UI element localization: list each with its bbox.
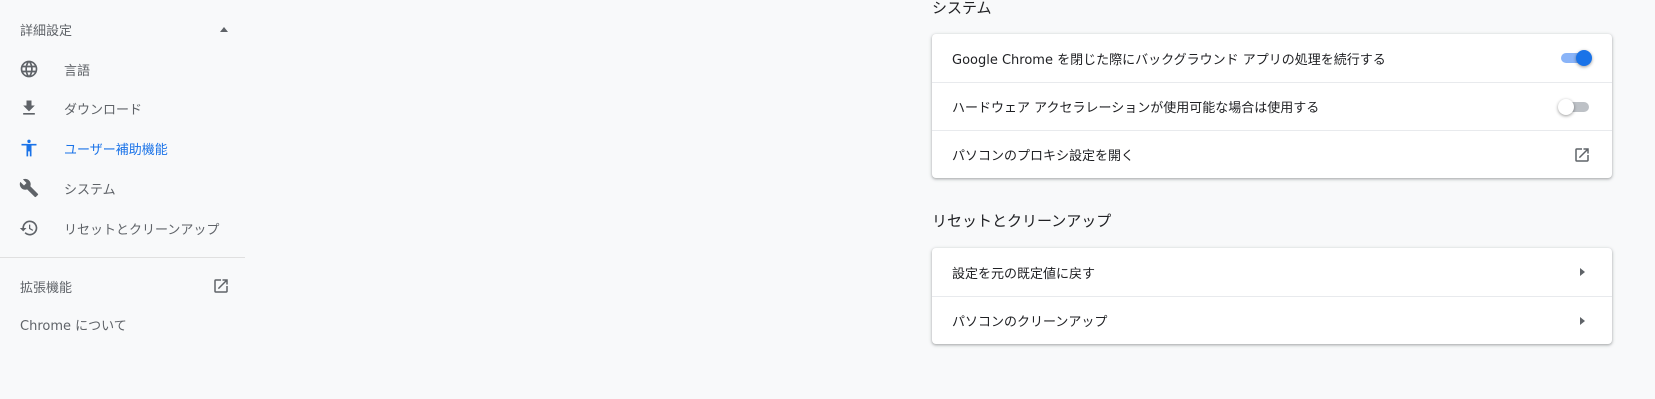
sidebar-item-label: 言語 xyxy=(64,63,91,79)
sidebar-item-label: リセットとクリーンアップ xyxy=(64,222,220,238)
sidebar-item-languages[interactable]: 言語 xyxy=(0,50,245,88)
download-icon xyxy=(19,98,39,118)
arrow-right-icon xyxy=(1572,311,1592,331)
restore-defaults-row[interactable]: 設定を元の既定値に戻す xyxy=(932,248,1612,296)
extensions-label: 拡張機能 xyxy=(20,280,73,296)
sidebar-item-label: システム xyxy=(64,182,116,198)
arrow-right-icon xyxy=(1572,262,1592,282)
advanced-label: 詳細設定 xyxy=(20,23,73,39)
background-apps-row[interactable]: Google Chrome を閉じた際にバックグラウンド アプリの処理を続行する xyxy=(932,34,1612,82)
cleanup-computer-label: パソコンのクリーンアップ xyxy=(952,315,1108,330)
system-card: Google Chrome を閉じた際にバックグラウンド アプリの処理を続行する… xyxy=(932,34,1612,178)
wrench-icon xyxy=(19,178,39,198)
settings-sidebar: 詳細設定 言語 ダウンロード ユーザー補助機能 システム リセットとクリーンアッ… xyxy=(0,0,245,399)
sidebar-item-downloads[interactable]: ダウンロード xyxy=(0,89,245,127)
sidebar-item-system[interactable]: システム xyxy=(0,169,245,207)
sidebar-item-accessibility[interactable]: ユーザー補助機能 xyxy=(0,129,245,167)
accessibility-icon xyxy=(19,138,39,158)
system-section-title: システム xyxy=(932,0,992,17)
hardware-acceleration-label: ハードウェア アクセラレーションが使用可能な場合は使用する xyxy=(952,101,1320,116)
toggle-knob xyxy=(1558,98,1574,115)
external-link-icon[interactable] xyxy=(1572,145,1592,165)
sidebar-item-about[interactable]: Chrome について xyxy=(20,315,127,334)
background-apps-label: Google Chrome を閉じた際にバックグラウンド アプリの処理を続行する xyxy=(952,52,1386,68)
advanced-section-toggle[interactable]: 詳細設定 xyxy=(20,17,230,41)
proxy-settings-row[interactable]: パソコンのプロキシ設定を開く xyxy=(932,130,1612,178)
proxy-settings-label: パソコンのプロキシ設定を開く xyxy=(952,149,1135,164)
reset-section-title: リセットとクリーンアップ xyxy=(932,212,1112,230)
sidebar-divider xyxy=(0,257,245,258)
sidebar-item-reset[interactable]: リセットとクリーンアップ xyxy=(0,209,245,247)
external-link-icon xyxy=(212,277,230,295)
cleanup-computer-row[interactable]: パソコンのクリーンアップ xyxy=(932,296,1612,344)
restore-defaults-label: 設定を元の既定値に戻す xyxy=(952,266,1096,282)
sidebar-item-extensions[interactable]: 拡張機能 xyxy=(20,275,230,297)
restore-icon xyxy=(19,218,39,238)
reset-card: 設定を元の既定値に戻す パソコンのクリーンアップ xyxy=(932,248,1612,344)
sidebar-item-label: ダウンロード xyxy=(64,102,143,118)
toggle-knob xyxy=(1576,50,1592,66)
globe-icon xyxy=(19,59,39,79)
collapse-arrow-icon xyxy=(220,26,228,32)
hardware-acceleration-row[interactable]: ハードウェア アクセラレーションが使用可能な場合は使用する xyxy=(932,82,1612,130)
sidebar-item-label: ユーザー補助機能 xyxy=(64,142,168,158)
background-apps-toggle[interactable] xyxy=(1558,50,1592,66)
hardware-acceleration-toggle[interactable] xyxy=(1558,98,1592,115)
